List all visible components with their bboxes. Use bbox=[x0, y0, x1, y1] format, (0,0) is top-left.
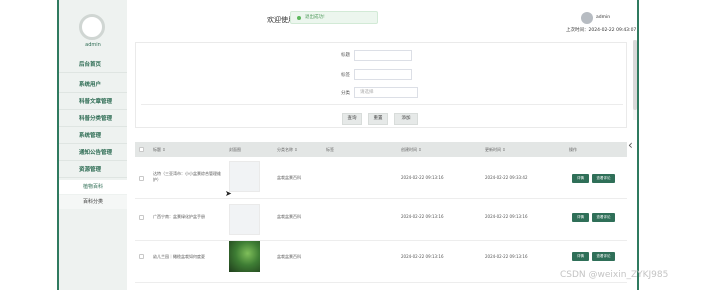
header-avatar[interactable] bbox=[581, 12, 593, 24]
row-title: 达特（三亚湾市：小小盆景综合管理维护） bbox=[153, 171, 221, 182]
page-margin bbox=[0, 0, 57, 290]
col-category[interactable]: 分类名称 ⇕ bbox=[277, 147, 298, 153]
success-toast: 退出成功! bbox=[290, 11, 378, 24]
row-cover-image bbox=[229, 204, 260, 235]
sidebar-item-categories[interactable]: 科普分类管理 bbox=[59, 112, 127, 127]
last-login-time: 上次时间：2024-02-22 09:43:07 bbox=[566, 28, 637, 33]
row-updated: 2024-02-22 09:13:16 bbox=[485, 214, 528, 219]
row-title: 广西宁南：盆景绿化护盆手册 bbox=[153, 214, 205, 219]
search-panel: 标题 标签 分类 请选择 查询 重置 添加 bbox=[135, 42, 627, 128]
sidebar-item-system-users[interactable]: 系统用户 bbox=[59, 78, 127, 93]
view-comments-button[interactable]: 查看评论 bbox=[592, 252, 615, 261]
row-category: 盆栽盆景百科 bbox=[277, 254, 301, 259]
row-title: 幼儿兰园｜橄榄盆栽如何度夏 bbox=[153, 254, 205, 259]
sidebar-item-resources[interactable]: 资源管理 bbox=[59, 163, 127, 178]
view-comments-button[interactable]: 查看评论 bbox=[592, 213, 615, 222]
watermark: CSDN @weixin_ZYKJ985 bbox=[560, 270, 669, 280]
row-category: 盆栽盆景百科 bbox=[277, 175, 301, 180]
success-icon bbox=[297, 16, 301, 20]
row-checkbox[interactable] bbox=[139, 176, 144, 181]
sidebar-item-notices[interactable]: 通知公告管理 bbox=[59, 146, 127, 161]
select-all-checkbox[interactable] bbox=[139, 147, 144, 152]
row-cover-image bbox=[229, 241, 260, 272]
col-tag: 标签 bbox=[326, 147, 334, 152]
detail-button[interactable]: 详情 bbox=[572, 213, 589, 222]
row-category: 盆栽盆景百科 bbox=[277, 214, 301, 219]
reset-button[interactable]: 重置 bbox=[368, 113, 388, 125]
data-table: 标题 ⇕ 封面图 分类名称 ⇕ 标签 创建时间 ⇕ 更新时间 ⇕ 操作 达特（三… bbox=[135, 142, 627, 290]
table-header: 标题 ⇕ 封面图 分类名称 ⇕ 标签 创建时间 ⇕ 更新时间 ⇕ 操作 bbox=[135, 142, 627, 157]
sidebar-item-home[interactable]: 后台首页 bbox=[59, 58, 127, 73]
title-label: 标题 bbox=[341, 53, 350, 58]
row-created: 2024-02-22 09:13:16 bbox=[401, 175, 444, 180]
category-select[interactable]: 请选择 bbox=[354, 87, 418, 98]
query-button[interactable]: 查询 bbox=[342, 113, 362, 125]
row-checkbox[interactable] bbox=[139, 254, 144, 259]
title-input[interactable] bbox=[354, 50, 412, 61]
detail-button[interactable]: 详情 bbox=[572, 252, 589, 261]
row-updated: 2024-02-22 09:13:16 bbox=[485, 254, 528, 259]
tag-input[interactable] bbox=[354, 69, 412, 80]
category-label: 分类 bbox=[341, 91, 350, 96]
table-row: 广西宁南：盆景绿化护盆手册 盆栽盆景百科 2024-02-22 09:13:16… bbox=[135, 199, 627, 241]
row-created: 2024-02-22 09:13:16 bbox=[401, 254, 444, 259]
sidebar-item-articles[interactable]: 科普文章管理 bbox=[59, 95, 127, 110]
tag-label: 标签 bbox=[341, 73, 350, 78]
sidebar-subitem-encyclopedia-category[interactable]: 百科分类 bbox=[59, 195, 127, 209]
frame-border-right bbox=[637, 0, 639, 290]
row-cover-image bbox=[229, 161, 260, 192]
row-created: 2024-02-22 09:13:16 bbox=[401, 214, 444, 219]
chevron-left-icon[interactable]: ‹ bbox=[628, 138, 633, 152]
view-comments-button[interactable]: 查看评论 bbox=[592, 174, 615, 183]
header-username[interactable]: admin bbox=[596, 15, 610, 20]
toast-message: 退出成功! bbox=[305, 15, 325, 20]
sidebar-avatar bbox=[79, 14, 105, 40]
table-row: 幼儿兰园｜橄榄盆栽如何度夏 盆栽盆景百科 2024-02-22 09:13:16… bbox=[135, 241, 627, 283]
search-divider bbox=[141, 104, 623, 105]
add-button[interactable]: 添加 bbox=[394, 113, 418, 125]
col-cover: 封面图 bbox=[229, 147, 241, 152]
detail-button[interactable]: 详情 bbox=[572, 174, 589, 183]
row-checkbox[interactable] bbox=[139, 215, 144, 220]
col-updated[interactable]: 更新时间 ⇕ bbox=[485, 147, 506, 153]
mouse-cursor-icon: ➤ bbox=[225, 189, 232, 198]
table-row: 达特（三亚湾市：小小盆景综合管理维护） 盆栽盆景百科 2024-02-22 09… bbox=[135, 157, 627, 199]
sidebar-subitem-plant-encyclopedia[interactable]: 植物百科 bbox=[59, 180, 127, 194]
sidebar-username: admin bbox=[85, 42, 101, 48]
col-created[interactable]: 创建时间 ⇕ bbox=[401, 147, 422, 153]
col-actions: 操作 bbox=[569, 147, 577, 152]
sidebar-item-system[interactable]: 系统管理 bbox=[59, 129, 127, 144]
sidebar: admin 后台首页 系统用户 科普文章管理 科普分类管理 系统管理 通知公告管… bbox=[59, 0, 127, 290]
row-updated: 2024-02-22 09:33:42 bbox=[485, 175, 528, 180]
col-title[interactable]: 标题 ⇕ bbox=[153, 147, 166, 153]
